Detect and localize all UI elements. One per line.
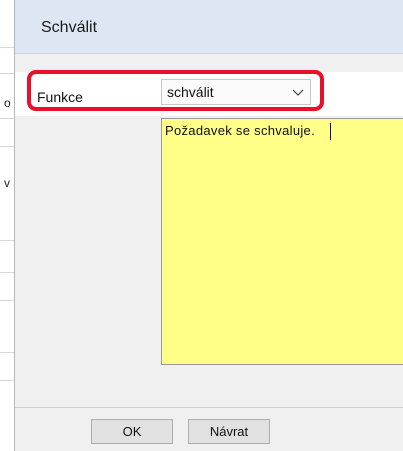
background-text: v [4, 176, 10, 190]
background-divider [0, 352, 14, 353]
background-divider [0, 146, 14, 147]
background-divider [0, 300, 14, 301]
back-button[interactable]: Návrat [188, 419, 270, 444]
background-divider [0, 380, 14, 381]
dialog-title: Schválit [41, 19, 98, 36]
footer-divider [15, 407, 403, 408]
annotation-highlight [27, 70, 324, 111]
dialog-titlebar[interactable]: Schválit [15, 0, 403, 54]
background-divider [0, 272, 14, 273]
approve-dialog: Schválit Funkce schválit Požadavek se sc… [14, 0, 403, 451]
background-divider [0, 73, 14, 74]
ok-button[interactable]: OK [91, 419, 173, 444]
background-app: o v [0, 0, 15, 451]
background-divider [0, 118, 14, 119]
background-divider [0, 240, 14, 241]
background-divider [0, 47, 14, 48]
background-text: o [4, 96, 11, 110]
note-textarea[interactable]: Požadavek se schvaluje. [161, 118, 403, 365]
text-caret [330, 123, 331, 140]
